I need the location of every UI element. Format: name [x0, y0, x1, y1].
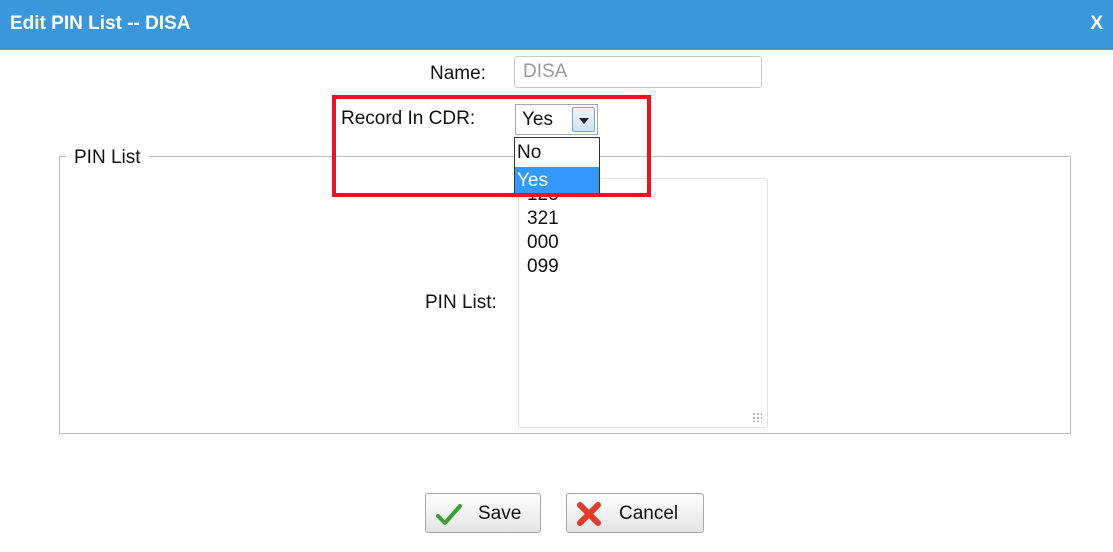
cancel-x-icon [577, 502, 601, 526]
record-in-cdr-label: Record In CDR: [341, 108, 476, 129]
save-button[interactable]: Save [425, 493, 541, 533]
pin-list-legend: PIN List [66, 147, 149, 169]
name-field[interactable] [514, 56, 762, 88]
pin-list-textarea[interactable]: 123 321 000 099 [518, 178, 768, 428]
pin-entry: 000 [527, 232, 559, 253]
dropdown-option-yes[interactable]: Yes [515, 167, 599, 194]
close-button[interactable]: X [1090, 13, 1103, 35]
pin-list-label: PIN List: [425, 292, 497, 313]
cancel-button-label: Cancel [619, 503, 679, 524]
save-button-label: Save [478, 503, 522, 524]
name-label: Name: [430, 63, 486, 84]
chevron-down-icon[interactable] [572, 107, 595, 132]
record-in-cdr-select[interactable]: Yes [515, 104, 598, 135]
pin-entry: 321 [527, 208, 559, 229]
checkmark-icon [436, 504, 462, 525]
dialog-title-bar: Edit PIN List -- DISA X [0, 0, 1113, 50]
dropdown-option-no[interactable]: No [515, 139, 599, 166]
record-in-cdr-value: Yes [522, 109, 553, 130]
record-in-cdr-dropdown: No Yes [514, 137, 600, 195]
resize-grip-icon[interactable] [752, 412, 762, 422]
cancel-button[interactable]: Cancel [566, 493, 704, 533]
dialog-title: Edit PIN List -- DISA [10, 13, 191, 34]
pin-entry: 099 [527, 256, 559, 277]
